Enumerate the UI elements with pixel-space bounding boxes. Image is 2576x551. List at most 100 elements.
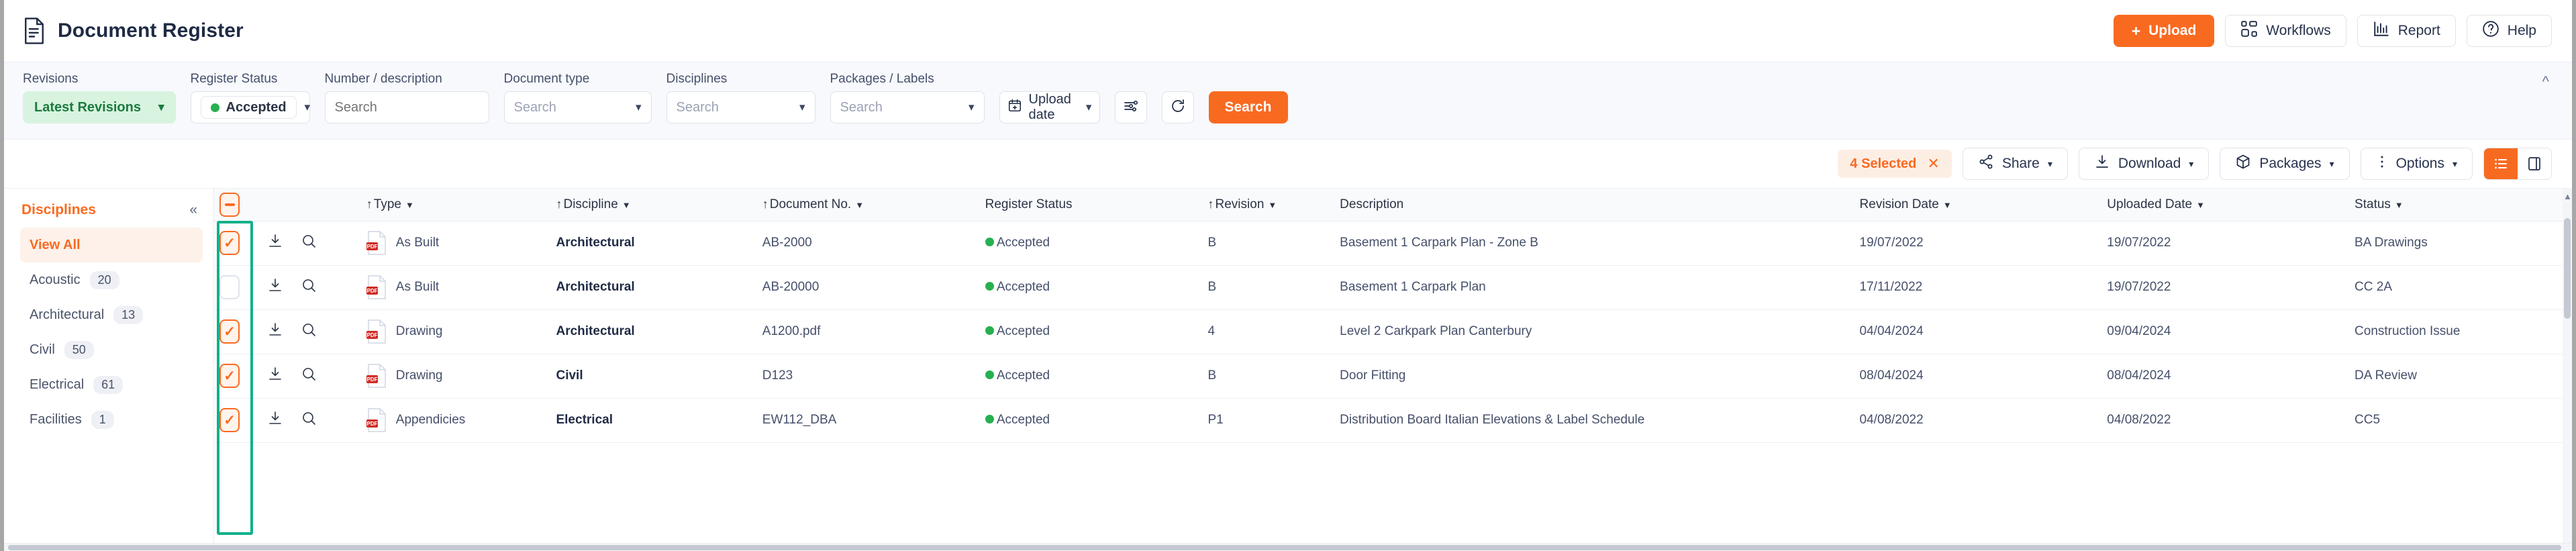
sidebar-item-facilities[interactable]: Facilities 1 [20, 402, 203, 437]
chevron-down-icon: ▾ [799, 101, 805, 113]
row-discipline-cell: Architectural [550, 221, 757, 266]
filter-reset-button[interactable] [1161, 91, 1194, 123]
column-header-description[interactable]: Description [1334, 189, 1854, 221]
help-button[interactable]: Help [2466, 15, 2552, 47]
document-type-select[interactable]: Search ▾ [503, 91, 652, 123]
vertical-scrollbar-thumb[interactable] [2564, 218, 2571, 319]
sidebar-item-label: View All [30, 237, 81, 252]
table-row[interactable]: ✓ PDF Appendicies Electrical EW112_DBA A… [214, 398, 2572, 443]
column-header-status[interactable]: Status ▼ [2349, 189, 2572, 221]
download-icon[interactable] [267, 233, 283, 253]
check-icon: ✓ [224, 368, 236, 384]
filter-settings-button[interactable] [1114, 91, 1147, 123]
column-header-document-no[interactable]: ↑ Document No. ▼ [756, 189, 980, 221]
sort-ascending-icon: ↑ [1207, 197, 1214, 211]
upload-date-label: Upload date [1028, 92, 1071, 122]
caret-down-icon: ▼ [855, 199, 864, 210]
column-header-register-status[interactable]: Register Status [979, 189, 1203, 221]
list-view-icon[interactable] [2484, 148, 2518, 179]
document-register-app: Document Register + Upload Workflows Rep… [0, 0, 2576, 551]
packages-labels-select[interactable]: Search ▾ [830, 91, 985, 123]
sidebar-item-electrical[interactable]: Electrical 61 [20, 367, 203, 402]
row-discipline-cell: Architectural [550, 265, 757, 310]
upload-button[interactable]: + Upload [2113, 15, 2215, 47]
workflows-button[interactable]: Workflows [2225, 15, 2346, 47]
download-icon[interactable] [267, 321, 283, 342]
revisions-select[interactable]: Latest Revisions ▾ [23, 91, 176, 123]
sidebar-item-civil[interactable]: Civil 50 [20, 332, 203, 367]
magnifier-icon[interactable] [301, 277, 317, 297]
horizontal-scrollbar-thumb[interactable] [8, 545, 2561, 550]
column-label: Uploaded Date [2107, 197, 2193, 211]
disciplines-select[interactable]: Search ▾ [666, 91, 815, 123]
table-row[interactable]: ✓ PDF Drawing Civil D123 Accepted B Door… [214, 354, 2572, 399]
chevron-down-icon: ▾ [2189, 158, 2194, 169]
share-button[interactable]: Share ▾ [1962, 148, 2068, 180]
svg-text:PDF: PDF [366, 244, 377, 250]
vertical-scrollbar[interactable]: ▲ [2563, 189, 2572, 543]
column-header-uploaded-date[interactable]: Uploaded Date ▼ [2101, 189, 2350, 221]
number-description-input-wrap[interactable] [324, 91, 489, 123]
sort-ascending-icon: ↑ [556, 197, 562, 211]
sidebar-item-architectural[interactable]: Architectural 13 [20, 297, 203, 332]
row-description-cell: Basement 1 Carpark Plan - Zone B [1334, 221, 1854, 266]
sliders-icon [1123, 98, 1139, 117]
column-header-revision-date[interactable]: Revision Date ▼ [1854, 189, 2102, 221]
table-row[interactable]: PDF As Built Architectural AB-20000 Acce… [214, 265, 2572, 310]
download-button[interactable]: Download ▾ [2078, 148, 2210, 180]
row-register-status-label: Accepted [996, 236, 1050, 250]
check-icon: ✓ [224, 412, 236, 428]
row-revision-date-cell: 04/04/2024 [1854, 309, 2102, 354]
packages-button[interactable]: Packages ▾ [2220, 148, 2350, 180]
chevron-down-icon: ▾ [968, 101, 975, 113]
sidebar-item-acoustic[interactable]: Acoustic 20 [20, 262, 203, 297]
search-button[interactable]: Search [1208, 91, 1288, 123]
pdf-file-icon: PDF [366, 231, 387, 255]
row-register-status-label: Accepted [996, 280, 1050, 294]
row-discipline-cell: Architectural [550, 309, 757, 354]
close-icon[interactable]: ✕ [1927, 155, 1939, 172]
split-view-icon[interactable] [2518, 148, 2551, 179]
row-register-status-label: Accepted [996, 368, 1050, 383]
filter-packages-labels-label: Packages / Labels [830, 72, 934, 86]
magnifier-icon[interactable] [301, 321, 317, 342]
number-description-input[interactable] [334, 99, 479, 115]
column-header-type[interactable]: ↑ Type ▼ [360, 189, 551, 221]
column-header-revision[interactable]: ↑ Revision ▼ [1202, 189, 1335, 221]
column-header-discipline[interactable]: ↑ Discipline ▼ [550, 189, 757, 221]
horizontal-scrollbar[interactable] [4, 543, 2572, 551]
magnifier-icon[interactable] [301, 233, 317, 253]
download-icon[interactable] [267, 366, 283, 386]
row-register-status-cell: Accepted [979, 309, 1203, 354]
filter-settings: . [1114, 72, 1147, 123]
download-icon[interactable] [267, 277, 283, 297]
options-button[interactable]: Options ▾ [2360, 148, 2473, 180]
register-status-select[interactable]: Accepted ▾ [190, 91, 310, 123]
table-row[interactable]: ✓ PDF Drawing Architectural A1200.pdf Ac… [214, 309, 2572, 354]
row-select-cell [214, 265, 262, 310]
row-checkbox[interactable]: ✓ [219, 408, 240, 432]
share-icon [1978, 154, 1994, 174]
row-register-status-cell: Accepted [979, 354, 1203, 399]
scroll-up-arrow-icon[interactable]: ▲ [2563, 191, 2572, 201]
table-row[interactable]: ✓ PDF As Built Architectural AB-2000 Acc… [214, 221, 2572, 266]
upload-date-select[interactable]: Upload date ▾ [999, 91, 1100, 123]
row-revision-date-cell: 08/04/2024 [1854, 354, 2102, 399]
row-checkbox[interactable]: ✓ [219, 319, 240, 344]
magnifier-icon[interactable] [301, 410, 317, 430]
row-type-label: Appendicies [395, 413, 466, 427]
column-label: Status [2355, 197, 2391, 211]
sidebar-item-view-all[interactable]: View All [20, 228, 203, 262]
download-icon[interactable] [267, 410, 283, 430]
chevron-up-icon[interactable]: ^ [2542, 73, 2549, 91]
row-checkbox[interactable]: ✓ [219, 364, 240, 388]
row-document-no-cell: EW112_DBA [756, 398, 980, 443]
report-button[interactable]: Report [2357, 15, 2456, 47]
row-checkbox[interactable]: ✓ [219, 231, 240, 255]
chevron-double-left-icon[interactable]: « [189, 202, 197, 218]
sidebar-item-count: 20 [89, 270, 119, 289]
select-all-checkbox[interactable] [219, 192, 240, 217]
sidebar-item-label: Electrical [30, 377, 85, 392]
row-checkbox[interactable] [219, 275, 240, 299]
magnifier-icon[interactable] [301, 366, 317, 386]
